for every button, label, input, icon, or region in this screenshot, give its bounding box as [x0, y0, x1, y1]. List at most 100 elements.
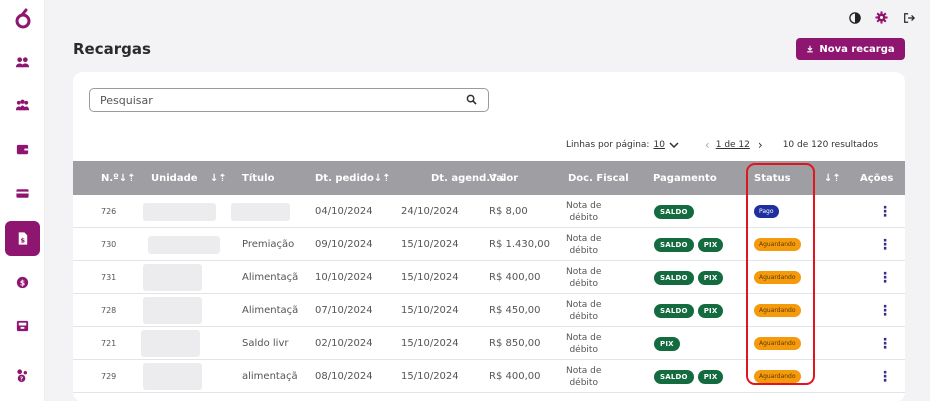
wallet-icon: [16, 144, 29, 155]
sidebar-item-settings-group[interactable]: ?: [5, 358, 40, 393]
row-payment: SALDO PIX: [654, 294, 727, 327]
settings-group-icon: ?: [17, 369, 27, 383]
contrast-icon[interactable]: [847, 10, 862, 25]
svg-text:$: $: [20, 278, 25, 287]
row-value: R$ 8,00: [489, 206, 528, 217]
page-indicator[interactable]: 1 de 12: [716, 140, 750, 150]
sort-icon[interactable]: ↓⇡: [119, 173, 136, 184]
row-actions-menu[interactable]: ⋮: [878, 228, 892, 261]
card-icon: [16, 189, 29, 198]
rows-per-page-label: Linhas por página:: [566, 140, 650, 150]
row-sched-date: 15/10/2024: [401, 338, 459, 349]
col-id[interactable]: N.º↓⇡: [101, 173, 136, 184]
row-doc-line2: débito: [569, 212, 598, 223]
table-row[interactable]: 721 Saldo livr 02/10/2024 15/10/2024 R$ 850,…: [73, 327, 905, 360]
row-order-date: 02/10/2024: [315, 338, 373, 349]
row-status: Aguardando: [754, 360, 801, 393]
rows-per-page-select[interactable]: 10: [653, 140, 679, 150]
row-status: Pago: [754, 195, 779, 228]
row-value: R$ 400,00: [489, 371, 541, 382]
table-row[interactable]: 726 04/10/2024 24/10/2024 R$ 8,00 Nota de déb…: [73, 195, 905, 228]
col-value[interactable]: Valor: [489, 173, 518, 184]
col-order-date[interactable]: Dt. pedido↓⇡: [315, 173, 391, 184]
sidebar-item-coin[interactable]: $: [5, 265, 40, 300]
row-status: Aguardando: [754, 327, 801, 360]
payment-chip: SALDO: [654, 237, 694, 252]
sidebar-item-recharges[interactable]: $: [5, 221, 40, 256]
payment-chip: PIX: [697, 303, 724, 318]
table-body: 726 04/10/2024 24/10/2024 R$ 8,00 Nota de déb…: [73, 195, 905, 393]
col-title[interactable]: Título: [242, 173, 274, 184]
unit-placeholder: [143, 202, 216, 221]
row-actions-menu[interactable]: ⋮: [878, 294, 892, 327]
logout-icon[interactable]: [901, 10, 916, 25]
row-payment: SALDO PIX: [654, 360, 727, 393]
status-badge: Pago: [754, 205, 779, 218]
users-icon: [15, 57, 30, 68]
new-recharge-label: Nova recarga: [819, 43, 895, 55]
row-doc: Nota de débito: [566, 261, 601, 294]
row-status: Aguardando: [754, 261, 801, 294]
prev-page-button[interactable]: ‹: [705, 138, 710, 152]
table-row[interactable]: 728 Alimentaçã 07/10/2024 15/10/2024 R$ 450,…: [73, 294, 905, 327]
row-doc-line2: débito: [569, 344, 598, 355]
table-header: N.º↓⇡ Unidade ↓⇡ Título Dt. pedido↓⇡ Dt.…: [73, 161, 905, 195]
row-actions-menu[interactable]: ⋮: [878, 327, 892, 360]
row-value: R$ 400,00: [489, 272, 541, 283]
col-actions: Ações: [860, 172, 894, 184]
sort-icon[interactable]: ↓⇡: [824, 173, 841, 184]
search-box: [89, 88, 489, 112]
row-doc: Nota de débito: [566, 360, 601, 393]
status-badge: Aguardando: [754, 271, 801, 284]
status-badge: Aguardando: [754, 304, 801, 317]
sidebar-item-users[interactable]: [5, 45, 40, 80]
sidebar-item-store[interactable]: [5, 308, 40, 343]
search-input[interactable]: [100, 93, 466, 107]
row-title: Alimentaçã: [242, 305, 299, 316]
top-actions: [847, 10, 916, 25]
row-title: alimentaçã: [242, 371, 298, 382]
groups-icon: [15, 99, 30, 111]
col-payment[interactable]: Pagamento: [653, 173, 717, 184]
table-row[interactable]: 729 alimentaçã 08/10/2024 15/10/2024 R$ 400,…: [73, 360, 905, 393]
chevron-down-icon: [669, 142, 679, 148]
row-doc: Nota de débito: [566, 228, 601, 261]
unit-placeholder: [143, 297, 202, 324]
coin-icon: $: [16, 276, 29, 289]
row-id: 726: [101, 207, 117, 216]
page-title: Recargas: [73, 40, 151, 58]
gear-icon[interactable]: [874, 10, 889, 25]
row-value: R$ 850,00: [489, 338, 541, 349]
sidebar-item-groups[interactable]: [5, 88, 40, 123]
row-doc-line1: Nota de: [566, 332, 602, 343]
store-icon: [16, 320, 29, 332]
row-order-date: 08/10/2024: [315, 371, 373, 382]
sidebar-item-card[interactable]: [5, 176, 40, 211]
row-doc-line2: débito: [569, 311, 598, 322]
status-badge: Aguardando: [754, 370, 801, 383]
col-doc[interactable]: Doc. Fiscal: [568, 173, 629, 184]
next-page-button[interactable]: ›: [758, 138, 763, 152]
table-row[interactable]: 731 Alimentaçã 10/10/2024 15/10/2024 R$ 400,…: [73, 261, 905, 294]
col-status[interactable]: Status: [754, 173, 791, 184]
new-recharge-button[interactable]: Nova recarga: [796, 38, 905, 60]
col-sched-date-label: Dt. agend.: [431, 172, 491, 184]
row-actions-menu[interactable]: ⋮: [878, 195, 892, 228]
row-actions-menu[interactable]: ⋮: [878, 360, 892, 393]
sidebar: $ $ ?: [0, 0, 45, 401]
row-doc-line1: Nota de: [566, 266, 602, 277]
svg-text:?: ?: [20, 377, 23, 383]
sort-icon[interactable]: ↓⇡: [374, 173, 391, 184]
table-row[interactable]: 730 Premiação 09/10/2024 15/10/2024 R$ 1.430…: [73, 228, 905, 261]
payment-chip: SALDO: [654, 204, 694, 219]
sort-icon[interactable]: ↓⇡: [210, 173, 227, 184]
row-doc-line1: Nota de: [566, 299, 602, 310]
col-unit[interactable]: Unidade: [151, 173, 198, 184]
row-value: R$ 450,00: [489, 305, 541, 316]
sidebar-item-wallet[interactable]: [5, 132, 40, 167]
row-payment: SALDO PIX: [654, 261, 727, 294]
search-icon[interactable]: [466, 94, 478, 106]
row-actions-menu[interactable]: ⋮: [878, 261, 892, 294]
row-doc-line2: débito: [569, 377, 598, 388]
brand-logo-icon[interactable]: [12, 8, 34, 30]
